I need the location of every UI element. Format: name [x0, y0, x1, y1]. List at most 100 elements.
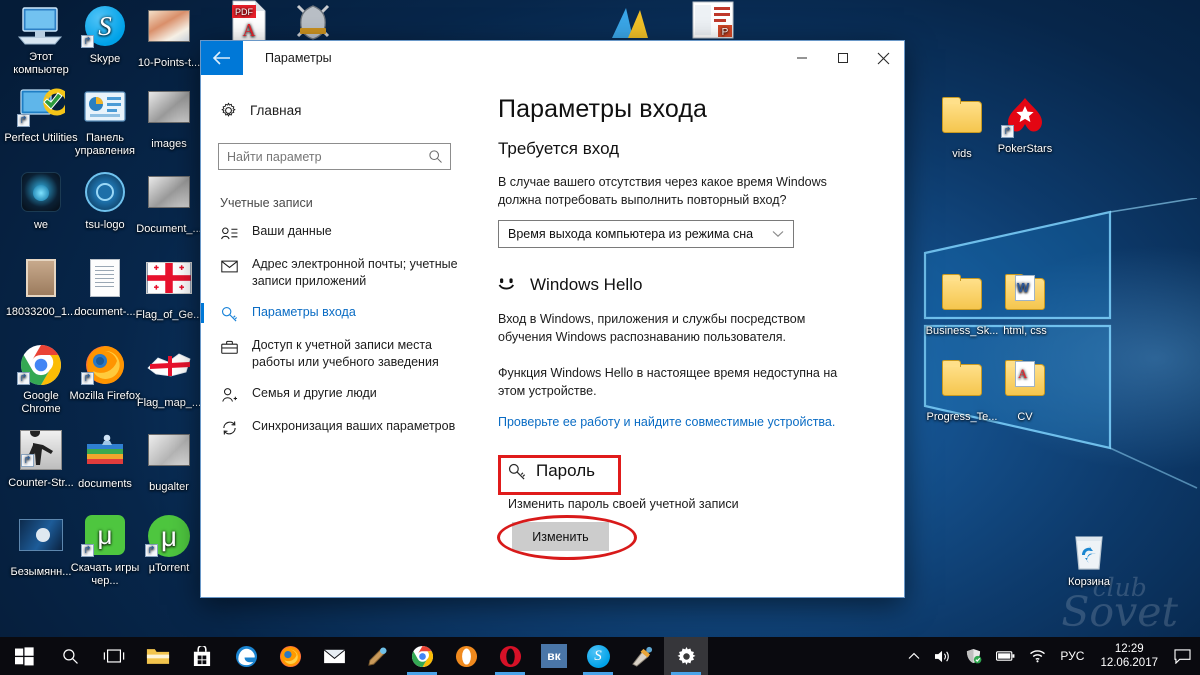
desktop-icon[interactable]: A CV	[988, 358, 1062, 424]
desktop-icon[interactable]: Безымянн...	[4, 513, 78, 579]
desktop-icon-label: documents	[78, 478, 132, 490]
sidebar-item-your-info[interactable]: Ваши данные	[201, 216, 478, 249]
chrome-button[interactable]	[400, 637, 444, 675]
desktop-icon[interactable]: Document_...	[132, 170, 206, 236]
desktop-icon[interactable]: ↱ Mozilla Firefox	[68, 342, 142, 403]
paint-button[interactable]	[356, 637, 400, 675]
desktop-icon-label: CV	[1017, 411, 1033, 423]
window-title: Параметры	[265, 51, 332, 65]
change-password-button[interactable]: Изменить	[512, 522, 609, 551]
desktop-icon[interactable]: we	[4, 170, 78, 232]
desktop-icon[interactable]: ↱ PokerStars	[988, 95, 1062, 156]
security-button[interactable]	[958, 637, 989, 675]
desktop-icon-recycle-bin[interactable]: Корзина	[1052, 528, 1126, 589]
clock[interactable]: 12:29 12.06.2017	[1091, 642, 1167, 670]
desktop-icon[interactable]: Этот компьютер	[4, 4, 78, 77]
desktop-icon[interactable]: 18033200_1...	[4, 256, 78, 319]
action-center-button[interactable]	[1167, 637, 1198, 675]
sidebar-item-label: Ваши данные	[252, 224, 332, 238]
desktop-icon-label: PokerStars	[997, 143, 1053, 155]
desktop-icon-label: Безымянн...	[10, 566, 72, 578]
perfect-utilities-icon: ↱	[17, 85, 71, 129]
desktop-icon[interactable]: S ↱ Skype	[68, 4, 142, 66]
windows-hello-paragraph-2: Функция Windows Hello в настоящее время …	[498, 366, 838, 398]
file-explorer-icon	[146, 649, 170, 664]
control-panel-icon	[81, 85, 129, 129]
sidebar-item-email-accounts[interactable]: Адрес электронной почты; учетные записи …	[201, 249, 478, 297]
mail-button[interactable]	[312, 637, 356, 675]
settings-button[interactable]	[664, 637, 708, 675]
desktop-icon[interactable]: 10-Points-t...	[132, 4, 206, 70]
desktop-icon[interactable]	[276, 0, 350, 47]
clock-date: 12.06.2017	[1100, 657, 1158, 669]
search-input[interactable]	[219, 149, 428, 164]
task-view-button[interactable]	[92, 637, 136, 675]
flag-map-icon	[145, 350, 193, 394]
desktop-icon[interactable]: images	[132, 85, 206, 151]
firefox-button[interactable]	[268, 637, 312, 675]
desktop-icon[interactable]: W html, css	[988, 272, 1062, 338]
desktop-icon[interactable]: ↱ Perfect Utilities	[4, 85, 78, 145]
search-button[interactable]	[48, 637, 92, 675]
maximize-button[interactable]	[822, 41, 863, 75]
file-explorer-button[interactable]	[136, 637, 180, 675]
edge-button[interactable]	[224, 637, 268, 675]
opera-button[interactable]	[488, 637, 532, 675]
shortcut-overlay-icon: ↱	[81, 372, 94, 385]
photo-thumbnail-icon	[17, 259, 65, 303]
svg-text:P: P	[722, 27, 729, 38]
briefcase-icon	[220, 338, 239, 356]
desktop-icon[interactable]: tsu-logo	[68, 170, 142, 232]
store-button[interactable]	[180, 637, 224, 675]
volume-button[interactable]	[927, 637, 958, 675]
sidebar-item-work-access[interactable]: Доступ к учетной записи места работы или…	[201, 330, 478, 378]
desktop-icon-label: Корзина	[1068, 576, 1110, 588]
paint-net-icon	[631, 646, 652, 667]
windows-hello-learn-more-link[interactable]: Проверьте ее работу и найдите совместимы…	[498, 415, 835, 429]
shortcut-overlay-icon: ↱	[17, 372, 30, 385]
opera-gx-button[interactable]	[444, 637, 488, 675]
image-thumbnail-icon	[145, 91, 193, 135]
windows-hello-heading-row: Windows Hello	[498, 275, 880, 295]
desktop-icon[interactable]: μ ↱ µTorrent	[132, 513, 206, 575]
screenshot-thumbnail-icon	[17, 519, 65, 563]
back-button[interactable]	[201, 41, 243, 75]
sidebar-item-sync[interactable]: Синхронизация ваших параметров	[201, 411, 478, 444]
desktop-icon[interactable]: bugalter	[132, 428, 206, 494]
mozilla-firefox-icon: ↱	[81, 343, 129, 387]
sidebar-item-label: Доступ к учетной записи места работы или…	[252, 338, 439, 369]
language-indicator[interactable]: РУС	[1053, 637, 1091, 675]
desktop-icon[interactable]: ↱ Google Chrome	[4, 342, 78, 416]
start-button[interactable]	[0, 637, 48, 675]
game-shield-icon	[289, 0, 337, 44]
shortcut-overlay-icon: ↱	[81, 544, 94, 557]
sidebar-item-home[interactable]: Главная	[201, 93, 478, 123]
desktop-icon[interactable]: document-...	[68, 256, 142, 319]
desktop-icon[interactable]: Flag_of_Ge...	[132, 256, 206, 322]
settings-search[interactable]	[218, 143, 451, 170]
desktop-icon[interactable]: μ ↱ Скачать игры чер...	[68, 513, 142, 588]
desktop-icon[interactable]: Flag_map_...	[132, 342, 206, 410]
sidebar-item-sign-in-options[interactable]: Параметры входа	[201, 297, 478, 330]
desktop-icon[interactable]: Панель управления	[68, 85, 142, 158]
desktop-icon-label: Flag_of_Ge...	[135, 309, 203, 321]
require-signin-dropdown[interactable]: Время выхода компьютера из режима сна	[498, 220, 794, 248]
desktop-icon[interactable]: documents	[68, 428, 142, 491]
wifi-button[interactable]	[1022, 637, 1053, 675]
window-titlebar: Параметры	[201, 41, 904, 75]
desktop-icon[interactable]	[592, 0, 666, 47]
minimize-button[interactable]	[781, 41, 822, 75]
desktop-icon[interactable]: ↱ Counter-Str...	[4, 427, 78, 490]
vk-icon: вк	[541, 644, 567, 668]
close-button[interactable]	[863, 41, 904, 75]
desktop-icon[interactable]: PDF A	[212, 0, 286, 47]
system-tray: РУС 12:29 12.06.2017	[901, 637, 1200, 675]
shortcut-overlay-icon: ↱	[145, 544, 158, 557]
settings-window: Параметры Главная Найти параметр Учетные…	[201, 41, 904, 597]
battery-button[interactable]	[989, 637, 1022, 675]
tray-expand-button[interactable]	[901, 637, 927, 675]
vk-button[interactable]: вк	[532, 637, 576, 675]
skype-button[interactable]: S	[576, 637, 620, 675]
sidebar-item-family[interactable]: Семья и другие люди	[201, 378, 478, 411]
paint-net-button[interactable]	[620, 637, 664, 675]
